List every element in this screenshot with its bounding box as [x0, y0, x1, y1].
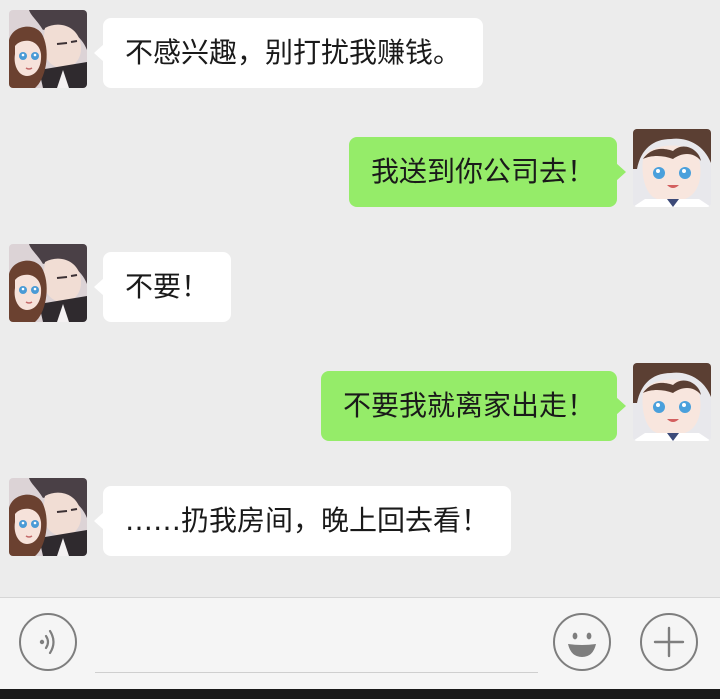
bottom-edge — [0, 689, 720, 699]
incoming-message-bubble[interactable]: ……扔我房间，晚上回去看！ — [93, 486, 512, 556]
self-avatar[interactable] — [633, 129, 711, 207]
emoji-button[interactable] — [553, 613, 611, 671]
chat-message-area[interactable]: 不感兴趣，别打扰我赚钱。 我送到你公司去！ 不要！ 不要我就离家出走！ ……扔我… — [0, 0, 720, 597]
message-row: 不要！ — [0, 242, 720, 322]
contact-avatar[interactable] — [9, 244, 87, 322]
message-row: 不要我就离家出走！ — [0, 361, 720, 441]
incoming-message-bubble[interactable]: 不感兴趣，别打扰我赚钱。 — [93, 18, 484, 88]
boy-avatar-icon — [633, 129, 711, 207]
couple-avatar-icon — [9, 10, 87, 88]
contact-avatar[interactable] — [9, 478, 87, 556]
contact-avatar[interactable] — [9, 10, 87, 88]
couple-avatar-icon — [9, 478, 87, 556]
couple-avatar-icon — [9, 244, 87, 322]
voice-icon — [39, 629, 55, 655]
chat-input-bar — [0, 597, 720, 689]
outgoing-message-bubble[interactable]: 不要我就离家出走！ — [320, 371, 627, 441]
message-row: 不感兴趣，别打扰我赚钱。 — [0, 8, 720, 88]
self-avatar[interactable] — [633, 363, 711, 441]
message-input[interactable] — [95, 616, 538, 673]
incoming-message-bubble[interactable]: 不要！ — [93, 252, 232, 322]
message-row: 我送到你公司去！ — [0, 127, 720, 207]
outgoing-message-bubble[interactable]: 我送到你公司去！ — [348, 137, 627, 207]
plus-icon — [653, 626, 685, 658]
message-row: ……扔我房间，晚上回去看！ — [0, 476, 720, 556]
emoji-icon — [568, 632, 596, 657]
voice-button[interactable] — [19, 613, 77, 671]
boy-avatar-icon — [633, 363, 711, 441]
more-options-button[interactable] — [640, 613, 698, 671]
